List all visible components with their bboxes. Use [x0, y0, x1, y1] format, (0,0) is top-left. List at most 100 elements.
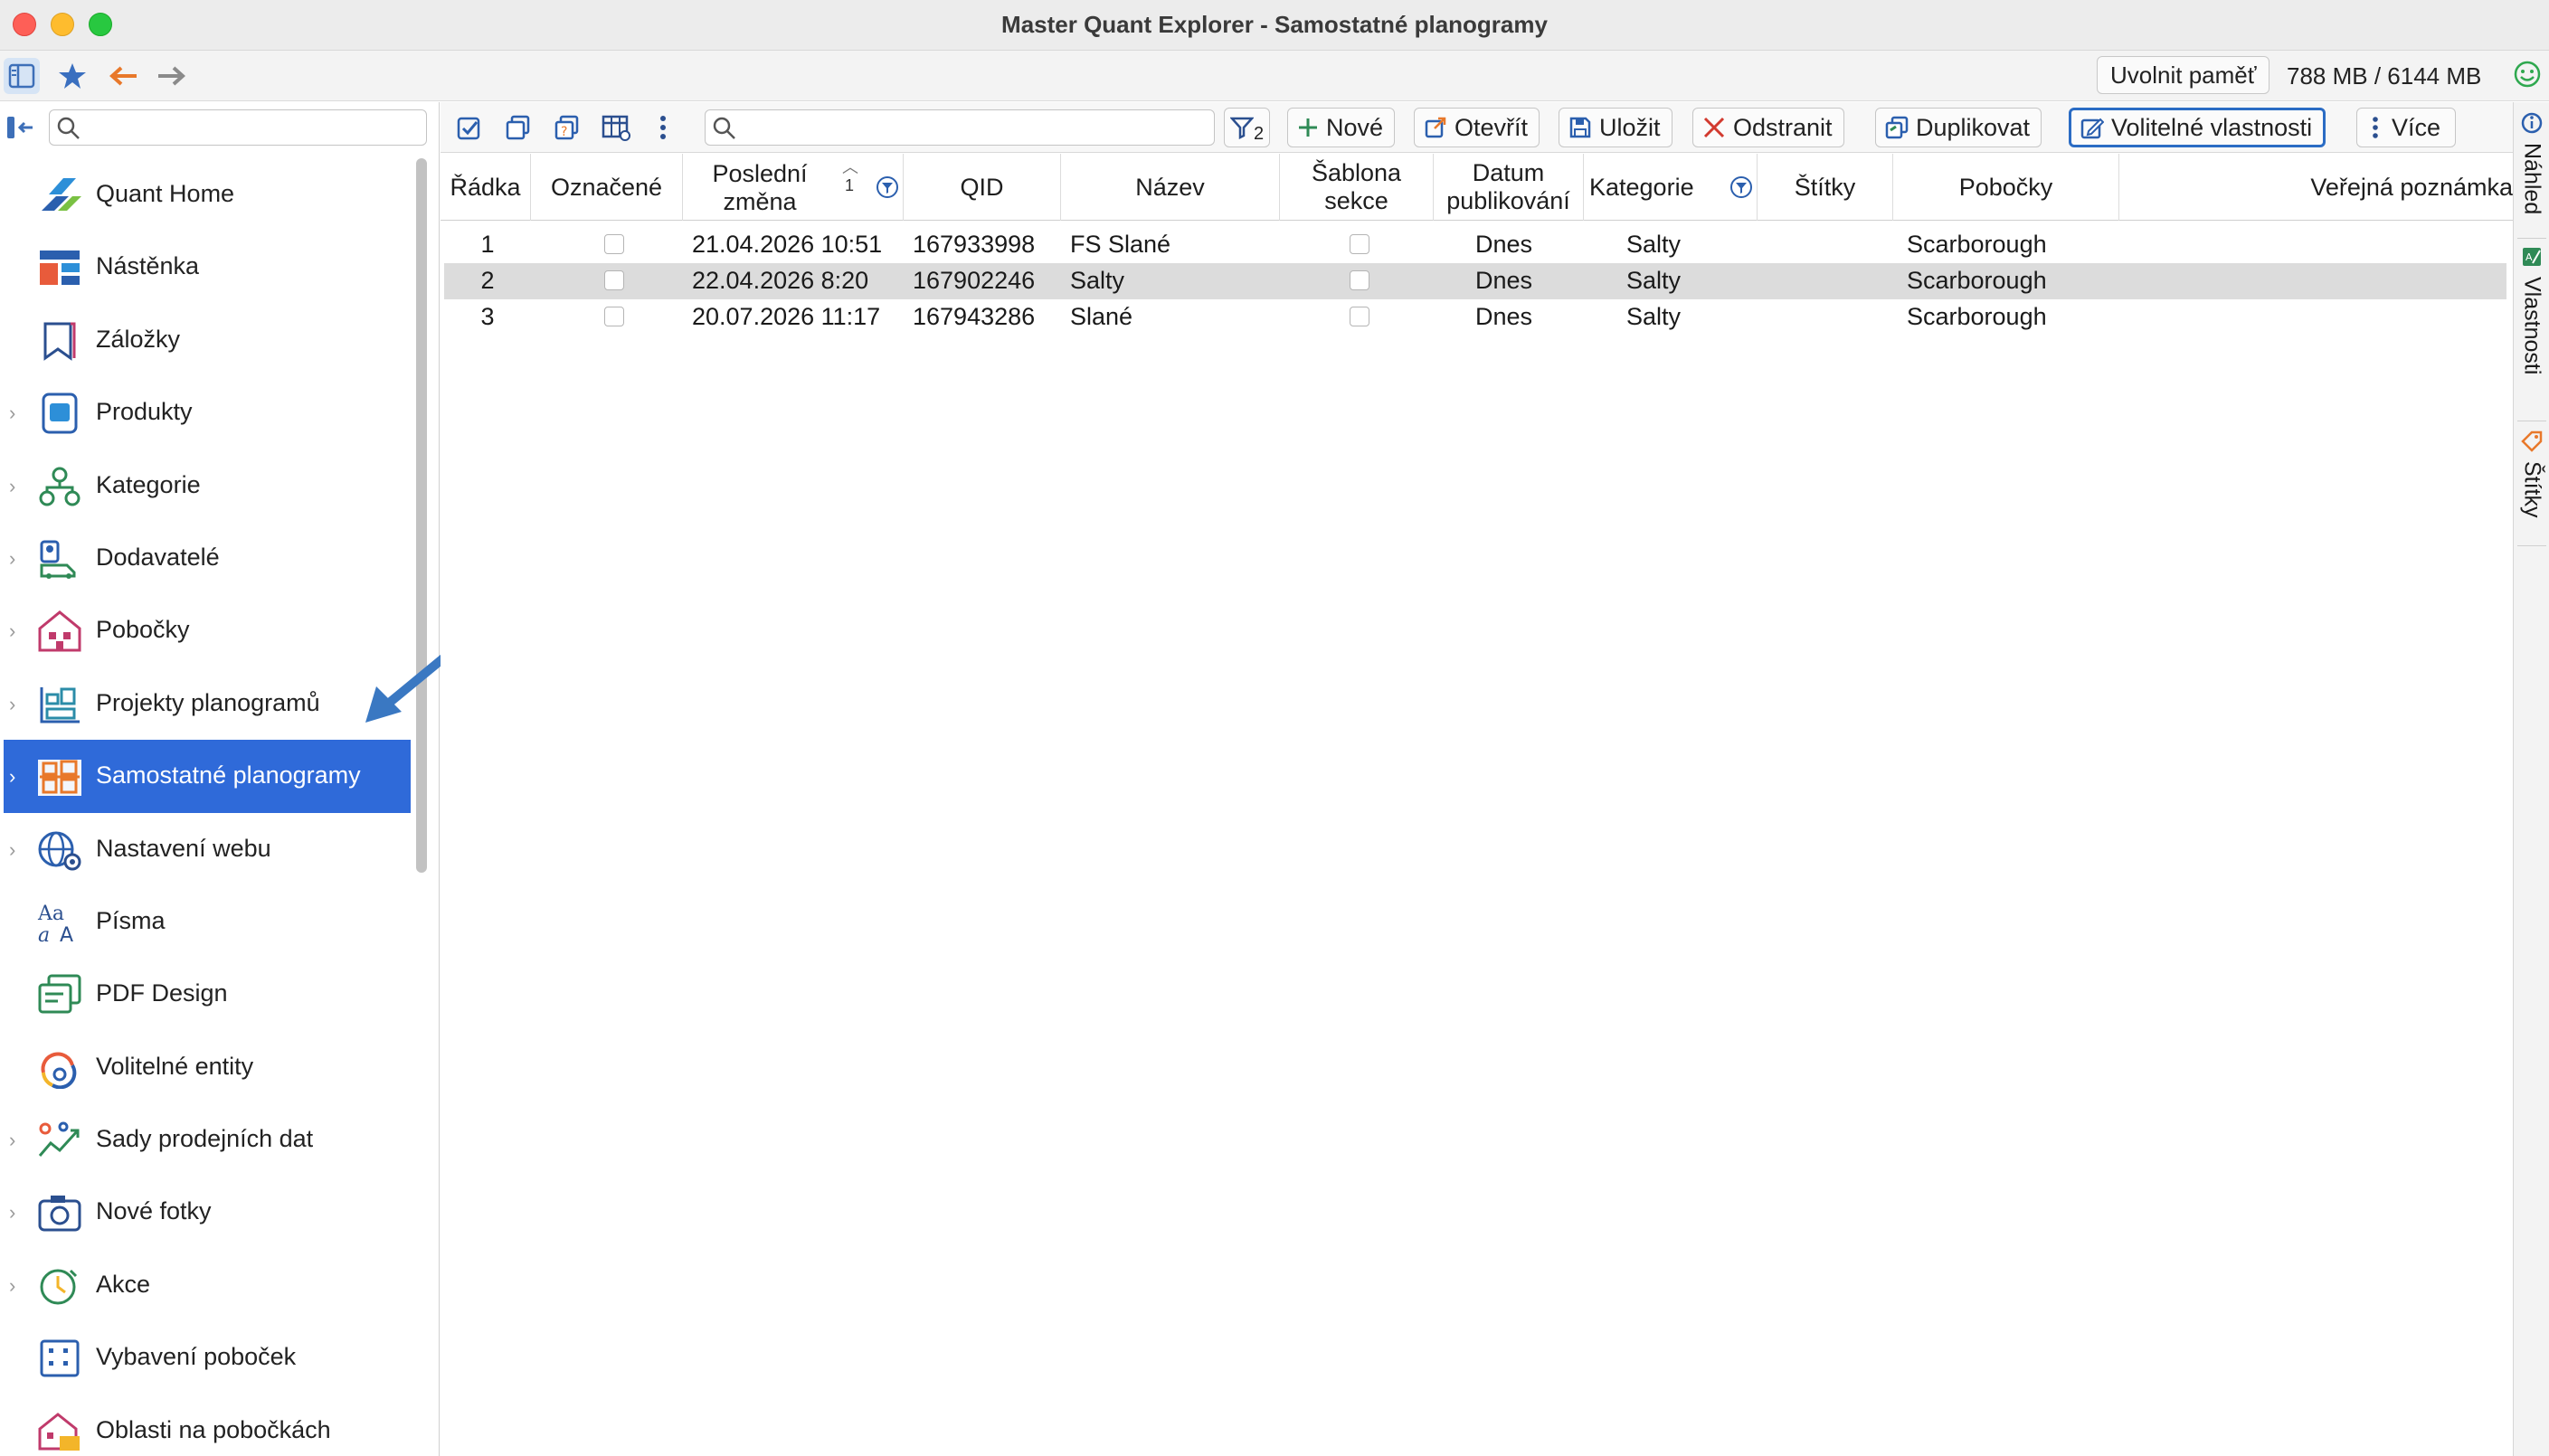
sidebar-item-label: Záložky [96, 325, 181, 353]
sidebar-item-standalone-planograms[interactable]: › Samostatné planogramy [4, 740, 411, 813]
sidebar-item-label: Kategorie [96, 470, 201, 498]
collapse-sidebar-icon[interactable] [5, 113, 38, 142]
chevron-right-icon[interactable]: › [9, 693, 25, 715]
tab-properties-label: Vlastnosti [2519, 277, 2545, 375]
name-cell: Salty [1070, 267, 1125, 294]
column-header-name[interactable]: Název [1061, 154, 1280, 221]
custom-entities-icon [36, 1047, 83, 1090]
dashboard-icon [36, 247, 83, 288]
column-header-qid[interactable]: QID [904, 154, 1061, 221]
chevron-right-icon[interactable]: › [9, 475, 25, 497]
marked-checkbox[interactable] [604, 234, 624, 254]
sidebar-item-suppliers[interactable]: › Dodavatelé [0, 522, 414, 594]
section-template-checkbox[interactable] [1350, 234, 1369, 254]
column-header-category[interactable]: Kategorie [1584, 154, 1758, 221]
sidebar-item-web-settings[interactable]: › Nastavení webu [0, 813, 414, 885]
sidebar-nav-list: Quant Home Nástěnka Záložky › Produkty › [0, 158, 414, 1456]
tab-tags[interactable]: Štítky [2514, 430, 2549, 518]
column-header-stores[interactable]: Pobočky [1893, 154, 2119, 221]
invert-selection-icon[interactable]: ? [549, 111, 585, 144]
sidebar-item-promotions[interactable]: › Akce [0, 1249, 414, 1321]
sidebar-item-bookmarks[interactable]: Záložky [0, 304, 414, 376]
open-button-label: Otevřít [1455, 113, 1529, 141]
published-cell: Dnes [1475, 231, 1533, 258]
free-memory-button[interactable]: Uvolnit paměť [2097, 56, 2270, 94]
new-button[interactable]: Nové [1287, 108, 1396, 147]
sidebar-toggle-icon[interactable] [4, 58, 40, 94]
table-row[interactable]: 2 22.04.2026 8:20 167902246 Salty Dnes S… [444, 263, 2506, 299]
tab-separator [2517, 238, 2546, 239]
chevron-right-icon[interactable]: › [9, 1129, 25, 1151]
save-disk-icon [1568, 116, 1592, 139]
category-cell: Salty [1626, 231, 1682, 258]
table-row[interactable]: 3 20.07.2026 11:17 167943286 Slané Dnes … [444, 299, 2506, 336]
select-all-checkbox-icon[interactable] [451, 111, 488, 144]
sidebar-item-new-photos[interactable]: › Nové fotky [0, 1176, 414, 1248]
column-header-section-template[interactable]: Šablona sekce [1280, 154, 1434, 221]
custom-properties-button[interactable]: Volitelné vlastnosti [2069, 108, 2326, 147]
sidebar-item-label: Vybavení poboček [96, 1343, 297, 1371]
more-button[interactable]: Více [2356, 108, 2457, 147]
sidebar-item-fonts[interactable]: Aa a A Písma [0, 885, 414, 958]
tab-preview[interactable]: Náhled [2514, 111, 2549, 214]
chevron-right-icon[interactable]: › [9, 619, 25, 642]
duplicate-button[interactable]: Duplikovat [1875, 108, 2042, 147]
copy-selection-icon[interactable] [500, 111, 536, 144]
column-header-tags[interactable]: Štítky [1758, 154, 1893, 221]
sidebar-item-stores[interactable]: › Pobočky [0, 594, 414, 667]
filter-button[interactable]: 2 [1224, 108, 1271, 147]
web-settings-icon [36, 829, 83, 871]
favorites-star-icon[interactable] [54, 58, 90, 94]
sidebar-item-label: Akce [96, 1270, 151, 1298]
products-icon [36, 392, 83, 434]
custom-properties-button-label: Volitelné vlastnosti [2111, 113, 2313, 141]
sidebar-item-products[interactable]: › Produkty [0, 376, 414, 449]
marked-checkbox[interactable] [604, 307, 624, 326]
marked-checkbox[interactable] [604, 270, 624, 290]
sidebar-item-custom-entities[interactable]: Volitelné entity [0, 1031, 414, 1103]
back-arrow-icon[interactable] [105, 58, 141, 94]
chevron-right-icon[interactable]: › [9, 402, 25, 424]
column-header-public-note[interactable]: Veřejná poznámka [2119, 154, 2513, 221]
chevron-right-icon[interactable]: › [9, 1201, 25, 1224]
section-template-checkbox[interactable] [1350, 307, 1369, 326]
smiley-feedback-icon[interactable] [2513, 60, 2542, 93]
published-cell: Dnes [1475, 303, 1533, 330]
column-header-last-change[interactable]: Poslední změna ︿ 1 [683, 154, 904, 221]
table-settings-icon[interactable] [598, 111, 634, 144]
last-change-cell: 21.04.2026 10:51 [692, 231, 883, 258]
sidebar-scrollbar[interactable] [416, 158, 427, 873]
row-number: 3 [480, 303, 495, 330]
open-button[interactable]: Otevřít [1414, 108, 1540, 147]
forward-arrow-icon[interactable] [154, 58, 190, 94]
sidebar-item-quant-home[interactable]: Quant Home [0, 158, 414, 231]
chevron-right-icon[interactable]: › [9, 838, 25, 861]
name-cell: FS Slané [1070, 231, 1171, 258]
sidebar-item-sales-data[interactable]: › Sady prodejních dat [0, 1103, 414, 1176]
delete-button[interactable]: Odstranit [1692, 108, 1844, 147]
sidebar-item-pdf-design[interactable]: PDF Design [0, 958, 414, 1030]
sidebar-item-dashboard[interactable]: Nástěnka [0, 231, 414, 303]
sidebar-item-categories[interactable]: › Kategorie [0, 449, 414, 522]
svg-text:Aa: Aa [37, 903, 64, 925]
table-row[interactable]: 1 21.04.2026 10:51 167933998 FS Slané Dn… [444, 227, 2506, 263]
column-filter-icon[interactable] [876, 175, 899, 205]
sidebar-search-input[interactable] [49, 109, 427, 146]
column-header-published[interactable]: Datum publikování [1434, 154, 1584, 221]
column-header-marked[interactable]: Označené [531, 154, 683, 221]
column-filter-icon[interactable] [1729, 175, 1753, 205]
sidebar-item-store-equipment[interactable]: Vybavení poboček [0, 1321, 414, 1394]
tab-properties[interactable]: A Vlastnosti [2514, 245, 2549, 374]
chevron-right-icon[interactable]: › [9, 765, 25, 788]
save-button[interactable]: Uložit [1559, 108, 1672, 147]
sidebar-item-planogram-projects[interactable]: › Projekty planogramů [0, 667, 414, 740]
list-search-input[interactable] [705, 109, 1215, 146]
section-template-checkbox[interactable] [1350, 270, 1369, 290]
chevron-right-icon[interactable]: › [9, 547, 25, 570]
search-icon [56, 116, 81, 146]
more-options-vertical-icon[interactable] [645, 111, 681, 144]
chevron-right-icon[interactable]: › [9, 1274, 25, 1297]
store-areas-icon [36, 1411, 83, 1452]
column-header-row[interactable]: Řádka [441, 154, 531, 221]
sidebar-item-store-areas[interactable]: Oblasti na pobočkách [0, 1395, 414, 1456]
